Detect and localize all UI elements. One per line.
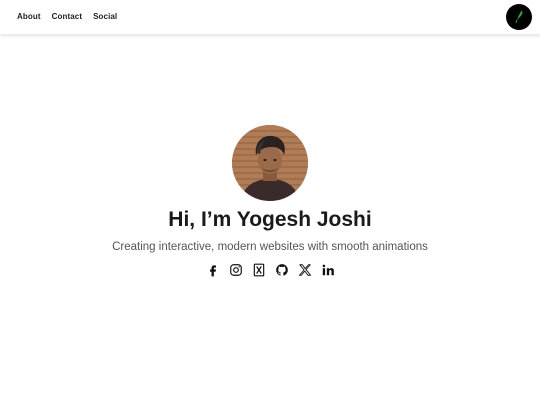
- instagram-icon[interactable]: [229, 263, 243, 277]
- hero-subtitle: Creating interactive, modern websites wi…: [112, 241, 428, 253]
- github-icon[interactable]: [275, 263, 289, 277]
- hero-section: Hi, I’m Yogesh Joshi Creating interactiv…: [0, 0, 540, 405]
- xing-icon[interactable]: [252, 263, 266, 277]
- social-links: [0, 263, 540, 277]
- linkedin-icon[interactable]: [321, 263, 335, 277]
- profile-photo: [232, 125, 308, 201]
- facebook-icon[interactable]: [206, 263, 220, 277]
- hero-title: Hi, I’m Yogesh Joshi: [168, 208, 372, 231]
- x-icon[interactable]: [298, 263, 312, 277]
